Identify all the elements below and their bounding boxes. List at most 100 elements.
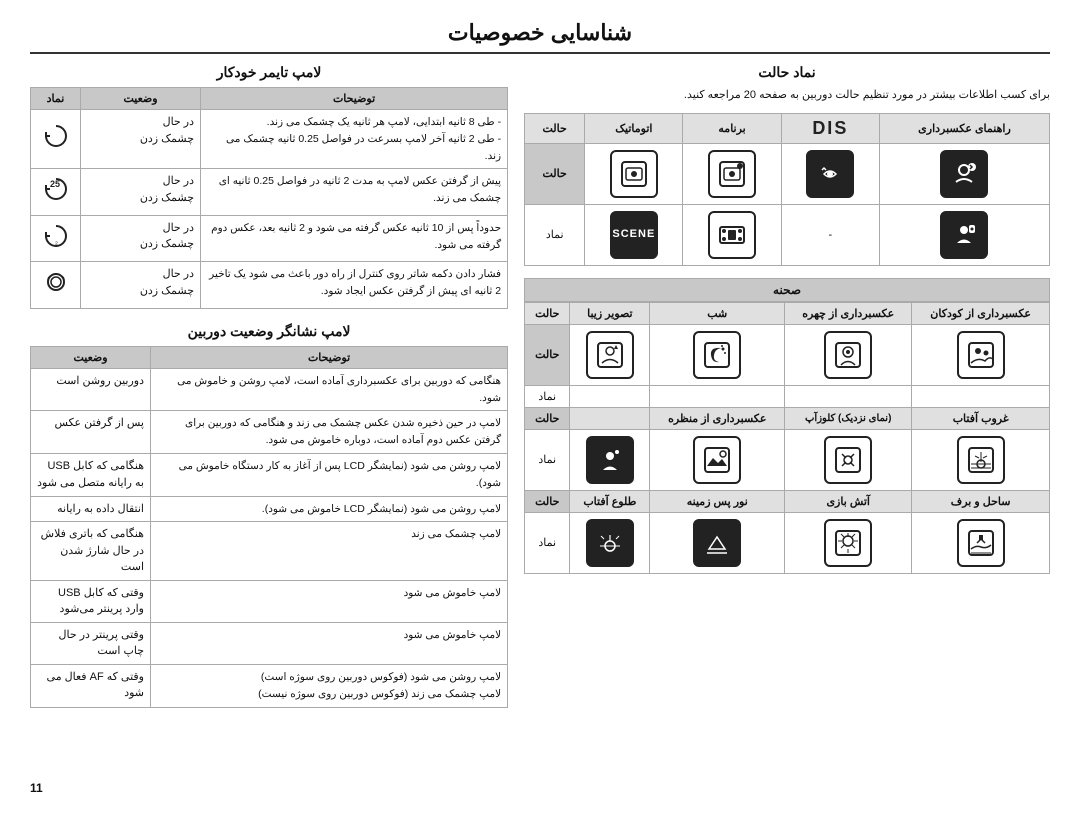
scene-row3-hal: حالت	[525, 490, 570, 512]
page-number: 11	[30, 781, 43, 795]
scene-table: عکسبرداری از کودکان عکسبرداری از چهره شب…	[524, 302, 1050, 574]
extra-icon	[586, 436, 634, 484]
rahnamai-icon-cell	[879, 143, 1049, 204]
chera-icon	[824, 331, 872, 379]
col-sahel: ساحل و برف	[912, 490, 1050, 512]
lamp-status-row2: لامپ در حین ذخیره شدن عکس چشمک می زند و …	[31, 411, 508, 454]
right-column: لامپ تایمر خودکار توضیحات وضعیت نماد - ط…	[30, 64, 508, 722]
col-nezdik: (نمای نزدیک) کلوزآپ	[785, 407, 912, 429]
lamp-col-waz: وضعیت	[81, 88, 201, 110]
tasvirz-icon-cell	[570, 324, 650, 385]
atash-icon	[824, 519, 872, 567]
row2-nemad: نماد	[525, 204, 585, 265]
tolo-icon-cell	[570, 512, 650, 573]
nezdik-icon-cell	[785, 429, 912, 490]
dis-icon-cell	[781, 143, 879, 204]
nezdik-icon	[824, 436, 872, 484]
lamp-col-toz: توضیحات	[201, 88, 508, 110]
col-aksbar-chera: عکسبرداری از چهره	[785, 302, 912, 324]
program-icon	[708, 150, 756, 198]
rahnamai-icon	[940, 150, 988, 198]
lamp-status-waz6: وقتی که کابل USB وارد پرینتر می‌شود	[31, 580, 151, 622]
lamp-status-toz1: هنگامی که دوربین برای عکسبرداری آماده اس…	[151, 368, 508, 411]
col-hal: حالت	[525, 113, 585, 143]
lamp-status-toz4: لامپ روشن می شود (نمایشگر LCD خاموش می ش…	[151, 496, 508, 522]
film-icon	[708, 211, 756, 259]
lamp-status-waz4: انتقال داده به رایانه	[31, 496, 151, 522]
lamp-timer-nemad4	[31, 262, 81, 309]
program-icon-cell	[683, 143, 781, 204]
lamp-status-toz7: لامپ خاموش می شود	[151, 622, 508, 664]
lamp-status-toz3: لامپ روشن می شود (نمایشگر LCD پس از آغاز…	[151, 454, 508, 497]
lamp-status-table: توضیحات وضعیت هنگامی که دوربین برای عکسب…	[30, 346, 508, 708]
col-rahnamai: راهنمای عکسبرداری	[879, 113, 1049, 143]
nemad-rahnamai-cell	[879, 204, 1049, 265]
lamp-status-row3: لامپ روشن می شود (نمایشگر LCD پس از آغاز…	[31, 454, 508, 497]
scene-dash2	[785, 385, 912, 407]
scene-icon: SCENE	[610, 211, 658, 259]
col-tolo: طلوع آفتاب	[570, 490, 650, 512]
lamp-timer-row3: حدوداً پس از 10 ثانیه عکس گرفته می شود و…	[31, 215, 508, 262]
lamp-status-toz2: لامپ در حین ذخیره شدن عکس چشمک می زند و …	[151, 411, 508, 454]
lamp-timer-row1: - طی 8 ثانیه ابتدایی، لامپ هر ثانیه یک چ…	[31, 110, 508, 169]
scene-dash1	[912, 385, 1050, 407]
lamp-status-row6: لامپ خاموش می شود وقتی که کابل USB وارد …	[31, 580, 508, 622]
lamp-col-nemad: نماد	[31, 88, 81, 110]
lamp-status-waz3: هنگامی که کابل USB به رایانه متصل می شود	[31, 454, 151, 497]
col-atash: آتش بازی	[785, 490, 912, 512]
lamp-timer-toz1: - طی 8 ثانیه ابتدایی، لامپ هر ثانیه یک چ…	[201, 110, 508, 169]
col-tasvirz: تصویر زیبا	[570, 302, 650, 324]
dash1: -	[781, 204, 879, 265]
nemal-hal-section: نماد حالت برای کسب اطلاعات بیشتر در مورد…	[524, 64, 1050, 266]
lamp-status-col-toz: توضیحات	[151, 346, 508, 368]
lamp-status-row4: لامپ روشن می شود (نمایشگر LCD خاموش می ش…	[31, 496, 508, 522]
scene-row2-hal: حالت	[525, 407, 570, 429]
noor-icon	[693, 519, 741, 567]
lamp-timer-toz3: حدوداً پس از 10 ثانیه عکس گرفته می شود و…	[201, 215, 508, 262]
sahel-icon-cell	[912, 512, 1050, 573]
lamp-timer-toz4: فشار دادن دکمه شاتر روی کنترل از راه دور…	[201, 262, 508, 309]
lamp-status-waz7: وقتی پرینتر در حال چاپ است	[31, 622, 151, 664]
lamp-status-toz8: لامپ روشن می شود (فوکوس دوربین روی سوژه …	[151, 664, 508, 707]
lamp-status-waz2: پس از گرفتن عکس	[31, 411, 151, 454]
auto-icon-cell	[585, 143, 683, 204]
lamp-status-row5: لامپ چشمک می زند هنگامی که باتری فلاش در…	[31, 522, 508, 581]
page-title: شناسایی خصوصیات	[30, 20, 1050, 54]
film-icon-cell	[683, 204, 781, 265]
col-noor: نور پس زمینه	[650, 490, 785, 512]
shab-icon-cell	[650, 324, 785, 385]
lamp-timer-waz1: در حالچشمک زدن	[81, 110, 201, 169]
sahel-icon	[957, 519, 1005, 567]
manzar-icon-cell	[650, 429, 785, 490]
koo-icon	[957, 331, 1005, 379]
tolo-icon	[586, 519, 634, 567]
col-aksbar-koo: عکسبرداری از کودکان	[912, 302, 1050, 324]
col-shab: شب	[650, 302, 785, 324]
scene-row1-nemad: نماد	[525, 385, 570, 407]
shab-icon	[693, 331, 741, 379]
scene-dash4	[570, 385, 650, 407]
scene-hal-th: حالت	[525, 302, 570, 324]
lamp-status-row1: هنگامی که دوربین برای عکسبرداری آماده اس…	[31, 368, 508, 411]
lamp-status-row8: لامپ روشن می شود (فوکوس دوربین روی سوژه …	[31, 664, 508, 707]
chera-icon-cell	[785, 324, 912, 385]
col-barnama: برنامه	[683, 113, 781, 143]
lamp-timer-table: توضیحات وضعیت نماد - طی 8 ثانیه ابتدایی،…	[30, 87, 508, 309]
col-ghorob: غروب آفتاب	[912, 407, 1050, 429]
atash-icon-cell	[785, 512, 912, 573]
lamp-timer-row4: فشار دادن دکمه شاتر روی کنترل از راه دور…	[31, 262, 508, 309]
auto-icon	[610, 150, 658, 198]
lamp-status-waz8: وقتی که AF فعال می شود	[31, 664, 151, 707]
noor-icon-cell	[650, 512, 785, 573]
lamp-timer-nemad3: ₂	[31, 215, 81, 262]
lamp-status-toz6: لامپ خاموش می شود	[151, 580, 508, 622]
col-manzar: عکسبرداری از منظره	[650, 407, 785, 429]
tasvirz-icon	[586, 331, 634, 379]
lamp-status-toz5: لامپ چشمک می زند	[151, 522, 508, 581]
lamp-timer-row2: پیش از گرفتن عکس لامپ به مدت 2 ثانیه در …	[31, 169, 508, 216]
lamp-timer-waz2: در حالچشمک زدن	[81, 169, 201, 216]
nemal-hal-title: نماد حالت	[524, 64, 1050, 81]
dis-icon	[806, 150, 854, 198]
lamp-status-waz1: دوربین روشن است	[31, 368, 151, 411]
scene-header: صحنه	[524, 278, 1050, 302]
